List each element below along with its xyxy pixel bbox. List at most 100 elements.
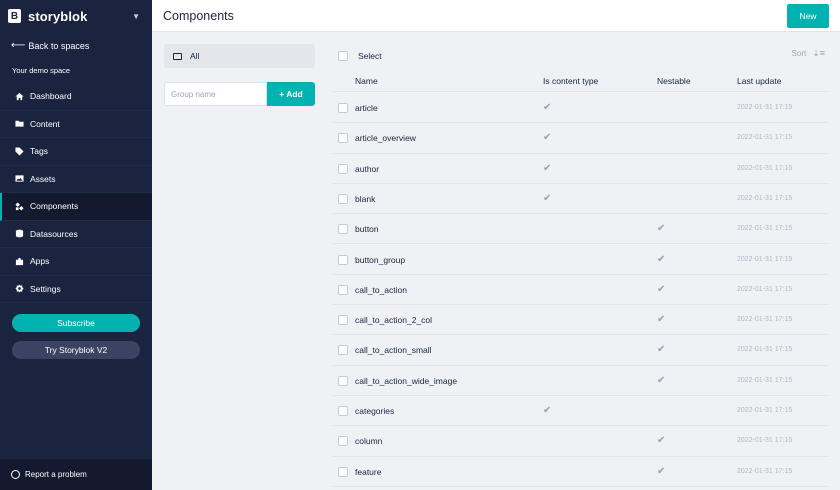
components-table: Select Sort ⇣≡ Name Is content type Nest…	[333, 32, 833, 490]
row-checkbox[interactable]	[338, 315, 348, 326]
row-checkbox[interactable]	[338, 103, 348, 113]
last-update: 2022-01-31 17:15	[737, 194, 793, 202]
table-row[interactable]: call_to_action_wide_image ✔ 2022-01-31 17:…	[333, 366, 829, 396]
component-name[interactable]: article_overview	[355, 133, 416, 143]
table-row[interactable]: call_to_action_2_col ✔ 2022-01-31 17:15	[333, 305, 829, 336]
components-icon	[14, 201, 24, 211]
col-last-update[interactable]: Last update	[737, 76, 781, 86]
storyblok-logo-icon: B	[8, 9, 21, 23]
sidebar-item-dashboard[interactable]: Dashboard	[0, 83, 152, 111]
table-row[interactable]: button_group ✔ 2022-01-31 17:15	[333, 245, 829, 275]
component-name[interactable]: call_to_action	[355, 285, 407, 295]
sidebar-item-components[interactable]: Components	[0, 193, 152, 221]
row-checkbox[interactable]	[338, 375, 348, 386]
select-label: Select	[358, 51, 382, 61]
back-to-spaces-link[interactable]: ⟵ Back to spaces	[11, 40, 89, 51]
sidebar-item-label: Settings	[30, 283, 61, 294]
arrow-left-icon: ⟵	[11, 40, 26, 51]
group-name-input[interactable]	[164, 82, 267, 106]
subscribe-button[interactable]: Subscribe	[12, 314, 140, 332]
col-name[interactable]: Name	[355, 76, 378, 86]
table-row[interactable]: button ✔ 2022-01-31 17:15	[333, 214, 829, 245]
table-row[interactable]: call_to_action_small ✔ 2022-01-31 17:15	[333, 335, 829, 366]
table-row[interactable]: author ✔ 2022-01-31 17:15	[333, 154, 829, 184]
row-checkbox[interactable]	[338, 224, 348, 235]
last-update: 2022-01-31 17:15	[737, 285, 793, 293]
check-icon: ✔	[657, 223, 666, 235]
component-name[interactable]: button_group	[355, 255, 405, 265]
sidebar-item-apps[interactable]: Apps	[0, 248, 152, 276]
sidebar-item-content[interactable]: Content	[0, 111, 152, 138]
top-header: Components New	[152, 0, 840, 32]
last-update: 2022-01-31 17:15	[737, 316, 793, 324]
database-icon	[14, 229, 24, 239]
row-checkbox[interactable]	[338, 466, 348, 477]
check-icon: ✔	[543, 192, 552, 204]
sort-label: Sort	[791, 49, 807, 58]
lifebuoy-icon	[11, 470, 20, 479]
table-row[interactable]: blank ✔ 2022-01-31 17:15	[333, 184, 829, 215]
report-problem-link[interactable]: Report a problem	[0, 459, 152, 490]
sidebar-nav: Dashboard Content Tags Assets Components Data…	[0, 83, 152, 303]
table-row[interactable]: feature ✔ 2022-01-31 17:15	[333, 457, 829, 487]
col-nestable[interactable]: Nestable	[657, 76, 691, 86]
component-name[interactable]: button	[355, 224, 379, 234]
last-update: 2022-01-31 17:15	[737, 376, 793, 384]
col-content-type[interactable]: Is content type	[543, 76, 598, 86]
row-checkbox[interactable]	[338, 345, 348, 356]
component-name[interactable]: categories	[355, 406, 394, 416]
row-checkbox[interactable]	[338, 254, 348, 265]
table-row[interactable]: article ✔ 2022-01-31 17:15	[333, 93, 829, 124]
row-checkbox[interactable]	[338, 133, 348, 144]
table-row[interactable]: call_to_action ✔ 2022-01-31 17:15	[333, 275, 829, 306]
try-v2-button[interactable]: Try Storyblok V2	[12, 341, 140, 359]
component-name[interactable]: feature	[355, 467, 381, 477]
table-row[interactable]: article_overview ✔ 2022-01-31 17:15	[333, 123, 829, 154]
groups-pane: All + Add	[152, 32, 324, 490]
report-problem-label: Report a problem	[25, 470, 87, 479]
component-name[interactable]: call_to_action_wide_image	[355, 376, 457, 386]
sidebar-item-assets[interactable]: Assets	[0, 166, 152, 193]
folder-icon	[14, 119, 24, 129]
row-checkbox[interactable]	[338, 193, 348, 204]
component-name[interactable]: call_to_action_small	[355, 345, 432, 355]
component-name[interactable]: author	[355, 164, 379, 174]
sidebar-item-label: Dashboard	[30, 91, 72, 102]
table-header: Name Is content type Nestable Last updat…	[333, 70, 829, 92]
add-group-button[interactable]: + Add	[267, 82, 315, 106]
check-icon: ✔	[657, 283, 666, 295]
row-checkbox[interactable]	[338, 436, 348, 447]
row-checkbox[interactable]	[338, 284, 348, 295]
check-icon: ✔	[657, 344, 666, 356]
new-component-button[interactable]: New	[787, 4, 829, 28]
component-name[interactable]: column	[355, 436, 382, 446]
check-icon: ✔	[543, 405, 552, 416]
check-icon: ✔	[657, 253, 666, 265]
sort-control[interactable]: Sort ⇣≡	[792, 48, 825, 59]
last-update: 2022-01-31 17:15	[737, 164, 793, 172]
sidebar-item-label: Apps	[30, 256, 50, 267]
component-name[interactable]: blank	[355, 194, 375, 204]
row-checkbox[interactable]	[338, 406, 348, 416]
sidebar-item-label: Content	[30, 118, 60, 129]
select-all-checkbox[interactable]	[338, 51, 348, 61]
last-update: 2022-01-31 17:15	[737, 346, 793, 354]
last-update: 2022-01-31 17:15	[737, 407, 793, 414]
folder-open-icon	[173, 52, 182, 60]
sidebar-item-settings[interactable]: Settings	[0, 276, 152, 303]
table-row[interactable]: column ✔ 2022-01-31 17:15	[333, 426, 829, 457]
group-all[interactable]: All	[164, 44, 315, 68]
table-row[interactable]: categories ✔ 2022-01-31 17:15	[333, 396, 829, 427]
component-name[interactable]: call_to_action_2_col	[355, 315, 432, 325]
brand-header[interactable]: B storyblok ▼	[0, 0, 152, 32]
last-update: 2022-01-31 17:15	[737, 134, 793, 142]
sidebar-item-datasources[interactable]: Datasources	[0, 221, 152, 248]
component-name[interactable]: article	[355, 103, 378, 113]
check-icon: ✔	[543, 162, 552, 174]
chevron-down-icon[interactable]: ▼	[132, 12, 140, 21]
page-title: Components	[163, 8, 234, 23]
sidebar-item-tags[interactable]: Tags	[0, 138, 152, 166]
row-checkbox[interactable]	[338, 163, 348, 174]
sidebar: B storyblok ▼ ⟵ Back to spaces Your demo…	[0, 0, 152, 490]
check-icon: ✔	[543, 102, 552, 113]
